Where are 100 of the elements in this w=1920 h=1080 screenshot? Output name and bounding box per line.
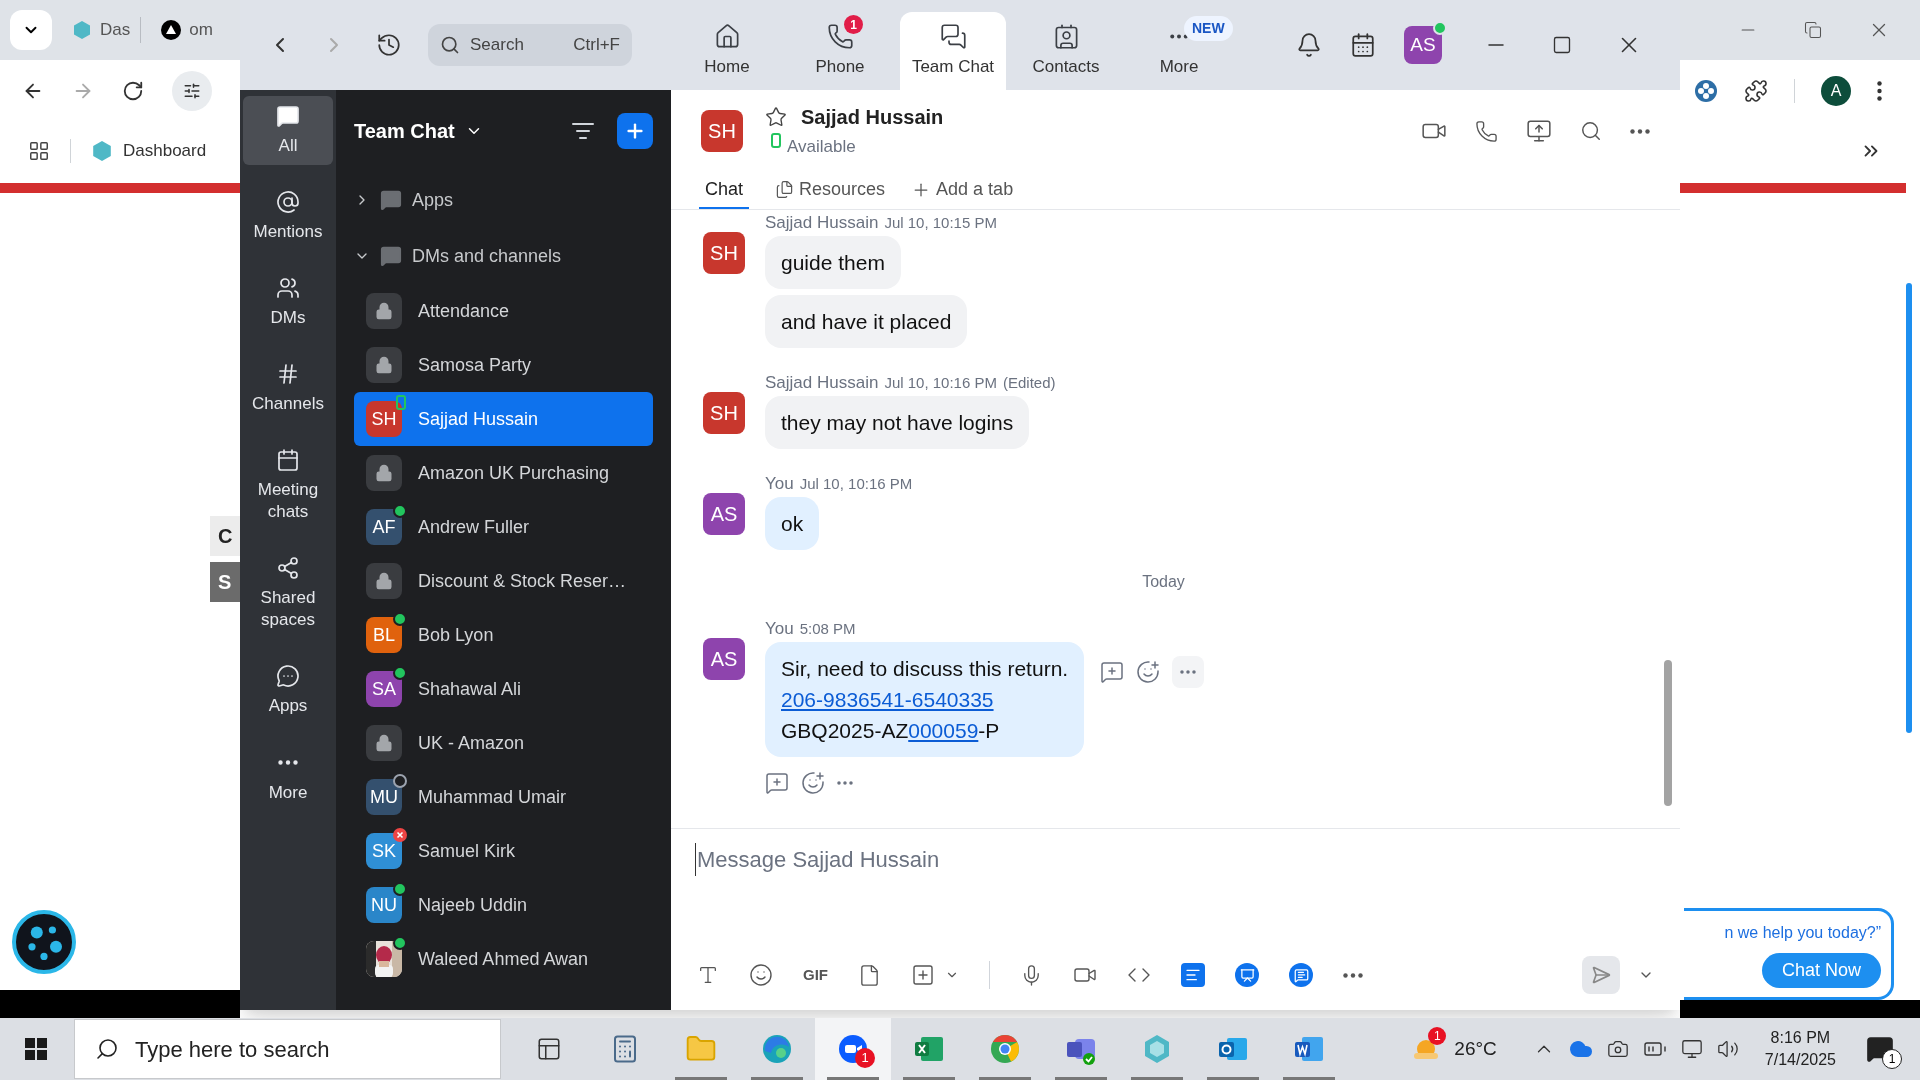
add-reaction-icon[interactable] [1136,660,1161,684]
user-avatar: MU [366,779,402,815]
new-tag: NEW [1184,16,1233,41]
whiteboard-app-icon[interactable] [1235,963,1259,987]
extensions-icon[interactable] [1744,79,1768,103]
notification-count: 1 [1882,1049,1902,1069]
rail-item[interactable]: More [243,742,333,812]
hexagon-icon [72,20,92,40]
network-icon[interactable] [1680,1038,1703,1060]
accessibility-widget-button[interactable] [12,910,76,974]
chat-list-item[interactable]: Discount & Stock Reser… [354,554,653,608]
chat-list-item[interactable]: MU Muhammad Umair [354,770,653,824]
file-icon[interactable] [858,963,881,987]
notification-badge: 1 [855,1048,875,1068]
nav-tab[interactable]: Contacts [1013,12,1119,90]
gif-button[interactable]: GIF [803,963,828,987]
search-icon[interactable] [1580,120,1602,142]
chat-list-item[interactable]: SK Samuel Kirk [354,824,653,878]
taskbar-search-field[interactable]: Type here to search [74,1019,501,1079]
notification-center-icon[interactable] [1866,1035,1894,1063]
chat-list-item[interactable]: Waleed Ahmed Awan [354,932,653,986]
chat-list-item[interactable]: AF Andrew Fuller [354,500,653,554]
nav-tab[interactable]: 1 Phone [787,12,893,90]
reload-icon[interactable] [122,80,144,102]
rail-item[interactable]: All [243,96,333,165]
chat-list-item[interactable]: NU Najeeb Uddin [354,878,653,932]
chat-list-item[interactable]: UK - Amazon [354,716,653,770]
add-tab-button[interactable]: Add a tab [911,172,1014,209]
chat-list-item[interactable]: SA Shahawal Ali [354,662,653,716]
chat-list-item[interactable]: Samosa Party [354,338,653,392]
camera-icon[interactable] [1606,1038,1629,1060]
share-screen-icon[interactable] [1526,118,1552,144]
message-field[interactable]: Message Sajjad Hussain [695,843,1295,876]
panel-title[interactable]: Team Chat [354,116,571,146]
new-chat-button[interactable] [617,113,653,149]
text-format-icon[interactable] [697,964,719,986]
notifications-icon[interactable] [1296,32,1322,58]
chat-list-item[interactable]: BL Bob Lyon [354,608,653,662]
temperature[interactable]: 26°C [1454,1034,1497,1064]
browser-tab[interactable]: om [151,17,223,43]
extension-icon[interactable] [1694,79,1718,103]
restore-icon[interactable] [1804,21,1822,39]
lock-icon [366,347,402,383]
screenshot-icon[interactable] [911,963,935,987]
bookmark-link[interactable]: Dashboard [91,138,207,164]
order-link[interactable]: 000059 [908,719,979,742]
reply-icon[interactable] [1100,660,1125,684]
send-button[interactable] [1582,956,1620,994]
hash-icon [276,362,300,386]
reply-icon[interactable] [765,771,789,795]
scrollbar-thumb[interactable] [1664,660,1672,806]
star-icon[interactable] [765,106,787,129]
clock[interactable]: 8:16 PM 7/14/2025 [1764,1027,1836,1071]
search-field[interactable]: Search Ctrl+F [428,24,632,66]
user-avatar: SK [366,833,402,869]
nav-tab[interactable]: NEW More [1126,12,1232,90]
more-icon[interactable] [1343,972,1363,978]
profile-avatar[interactable]: A [1821,76,1851,106]
calendar-icon[interactable] [1350,32,1376,58]
rail-item[interactable]: Apps [243,656,333,725]
more-icon[interactable] [1180,670,1197,674]
phone-call-icon[interactable] [1475,119,1498,143]
emoji-icon[interactable] [749,963,773,987]
notes-app-icon[interactable] [1181,963,1205,987]
site-settings-button[interactable] [172,71,212,111]
chat-list-item[interactable]: Amazon UK Purchasing [354,446,653,500]
volume-icon[interactable] [1716,1038,1739,1060]
message-text: guide them [781,250,885,276]
start-icon[interactable] [24,1037,48,1061]
user-avatar: NU [366,887,402,923]
lock-icon [366,725,402,761]
message-text: GBQ2025-AZ000059-P [781,718,1001,744]
rail-item[interactable]: Shared spaces [243,548,333,639]
contact-avatar: SH [701,110,743,152]
notification-badge: 1 [844,15,863,34]
clips-app-icon[interactable] [1289,963,1313,987]
browser-tab[interactable]: Das [62,17,142,43]
nav-tab[interactable]: Team Chat [900,12,1006,90]
more-icon[interactable] [837,781,853,785]
apps-grid-icon[interactable] [28,140,50,162]
scrollbar-thumb[interactable] [1906,283,1912,733]
order-link[interactable]: 206-9836541-6540335 [781,688,994,711]
section-header[interactable]: DMs and channels [354,228,653,284]
rail-item[interactable]: Mentions [243,182,333,251]
rail-item[interactable]: Meeting chats [243,440,333,531]
chat-list-item[interactable]: Attendance [354,284,653,338]
add-reaction-icon[interactable] [801,771,825,795]
rail-item[interactable]: Channels [243,354,333,423]
chat-list-item[interactable]: SH Sajjad Hussain [354,392,653,446]
maximize-icon[interactable] [1552,35,1572,55]
chat-tab[interactable]: Resources [769,172,892,209]
history-icon[interactable] [376,32,402,58]
section-header[interactable]: Apps [354,172,653,228]
chat-tab[interactable]: Chat [699,172,750,209]
rail-item[interactable]: DMs [243,268,333,337]
more-icon[interactable] [1630,128,1650,134]
nav-tab[interactable]: Home [674,12,780,90]
share-icon [276,556,300,580]
menu-icon[interactable] [1877,81,1882,101]
taskbar-app[interactable]: 1 [815,1018,891,1080]
